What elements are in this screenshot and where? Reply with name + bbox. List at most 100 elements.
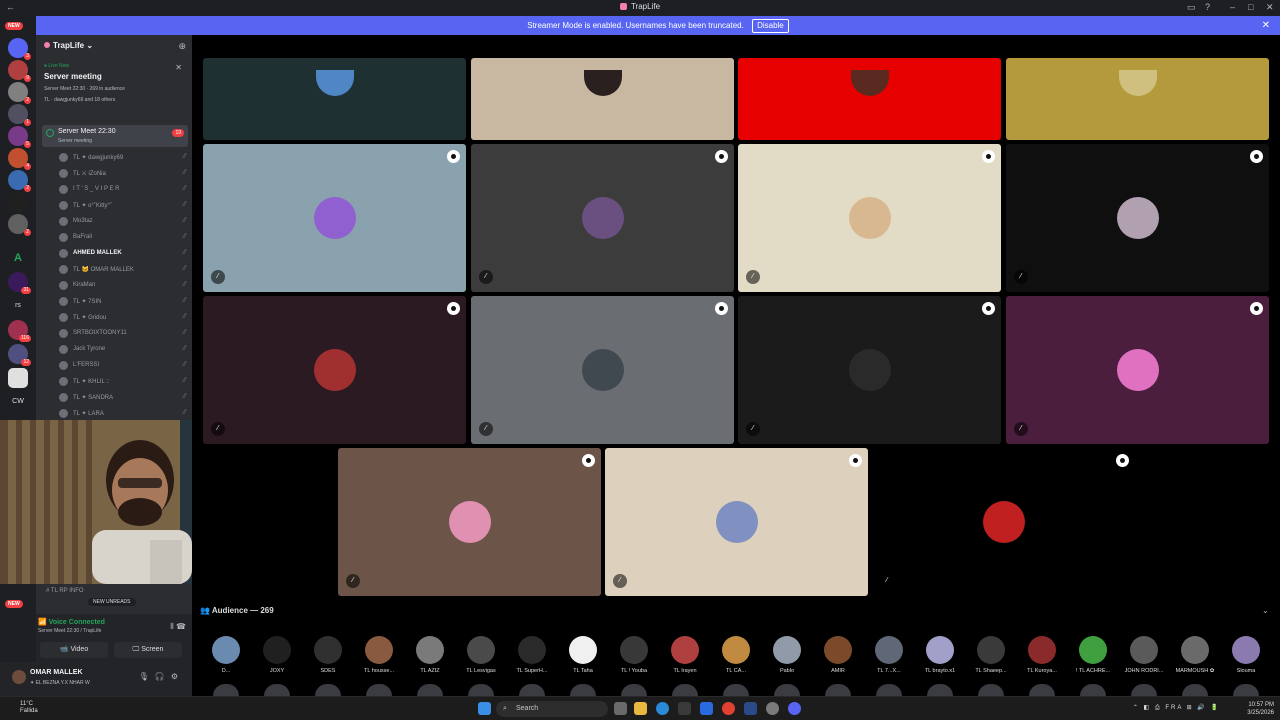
store-icon[interactable]	[678, 702, 691, 715]
audience-member[interactable]: TL Kuroya...	[1019, 636, 1065, 676]
audience-member[interactable]: JOXY	[254, 636, 300, 676]
close-live-card-icon[interactable]: ✕	[175, 63, 182, 72]
audience-member[interactable]: TL Taha	[560, 636, 606, 676]
speaker-tile[interactable]: ⁄	[203, 296, 466, 444]
audience-member[interactable]: Pablo	[764, 636, 810, 676]
speaker-icon[interactable]	[1116, 454, 1129, 467]
audience-member[interactable]: SDES	[305, 636, 351, 676]
server-icon[interactable]: 116	[8, 320, 31, 342]
speaker-tile[interactable]	[471, 58, 734, 140]
speaker-icon[interactable]	[982, 150, 995, 163]
minimize-icon[interactable]: –	[1230, 2, 1235, 12]
speaker-icon[interactable]	[849, 454, 862, 467]
clock[interactable]: 10:57 PM 3/25/2026	[1247, 701, 1274, 717]
audience-member[interactable]: Slouma	[1223, 636, 1269, 676]
user-controls[interactable]: 🎙🎧⚙	[139, 672, 184, 681]
audience-member[interactable]: D...	[203, 636, 249, 676]
voice-member[interactable]: TL ⚔ iZoNia ⁄⁄	[56, 167, 186, 181]
audience-member[interactable]: JOHN RODRI...	[1121, 636, 1167, 676]
maximize-icon[interactable]: □	[1248, 2, 1253, 12]
audience-member[interactable]: TL Shaeep...	[968, 636, 1014, 676]
mail-icon[interactable]	[700, 702, 713, 715]
voice-member[interactable]: SRTBOIXTOONY11 ⁄⁄	[56, 327, 186, 341]
speaker-tile[interactable]: ⁄	[605, 448, 868, 596]
add-member-icon[interactable]: ⊕	[178, 41, 186, 52]
taskbar-search[interactable]: ⌕ Search	[496, 701, 608, 717]
voice-member[interactable]: Mo3taz ⁄⁄	[56, 215, 186, 229]
voice-member[interactable]: Jack Tyrone ⁄⁄	[56, 343, 186, 357]
live-event-card[interactable]: ● Live Now Server meeting Server Meet 22…	[40, 59, 188, 115]
server-icon[interactable]: 4	[8, 148, 31, 170]
server-icon[interactable]: 3	[8, 38, 31, 60]
help-icon[interactable]: ?	[1205, 2, 1210, 12]
speaker-tile[interactable]	[1006, 58, 1269, 140]
audience-member[interactable]: TL AZIZ	[407, 636, 453, 676]
audience-member[interactable]: AMIR	[815, 636, 861, 676]
voice-member[interactable]: TL ✦ LARA ⁄⁄	[56, 407, 186, 421]
voice-member[interactable]: TL ✦ dawgjunky69 ⁄⁄	[56, 151, 186, 165]
speaker-icon[interactable]	[715, 150, 728, 163]
close-banner-icon[interactable]: ✕	[1262, 16, 1270, 35]
video-button[interactable]: 📹 Video	[40, 642, 108, 658]
server-text-icon[interactable]: rs	[8, 296, 28, 316]
close-window-icon[interactable]: ✕	[1266, 2, 1274, 13]
task-view-icon[interactable]	[614, 702, 627, 715]
system-tray[interactable]: ⌃ ◧ ⎙ FRA ⊞ 🔊 🔋	[1133, 704, 1220, 712]
server-text-icon[interactable]: CW	[8, 392, 28, 412]
voice-member[interactable]: L'FERSSI ⁄⁄	[56, 359, 186, 373]
chevron-down-icon[interactable]: ⌄	[1262, 606, 1269, 615]
avatar[interactable]	[12, 670, 26, 684]
back-icon[interactable]: ←	[6, 2, 15, 12]
screen-share-button[interactable]: 🖵 Screen	[114, 642, 182, 658]
server-name-header[interactable]: TrapLife ⌄	[44, 41, 93, 50]
server-icon[interactable]: 5	[8, 126, 31, 148]
speaker-tile[interactable]: ⁄	[1006, 144, 1269, 292]
stage-channel[interactable]: Server Meet 22:30 Server meeting 19	[42, 125, 188, 147]
audience-member[interactable]: TL Irayen	[662, 636, 708, 676]
voice-member[interactable]: TL ✦ 7SIN ⁄⁄	[56, 295, 186, 309]
weather-widget[interactable]: 11°C Fallida	[20, 701, 38, 715]
speaker-icon[interactable]	[715, 302, 728, 315]
server-icon[interactable]: 31	[8, 272, 31, 294]
voice-member[interactable]: AHMED MALLEK ⁄⁄	[56, 247, 186, 261]
server-icon[interactable]: 9	[8, 60, 31, 82]
disable-streamer-mode-button[interactable]: Disable	[752, 19, 789, 33]
audience-member[interactable]: TL brayto.x1	[917, 636, 963, 676]
inbox-icon[interactable]: ▭	[1187, 2, 1196, 13]
speaker-tile[interactable]: ⁄	[203, 144, 466, 292]
server-icon[interactable]: 12	[8, 344, 31, 366]
speaker-icon[interactable]	[1250, 150, 1263, 163]
voice-member[interactable]: BaFrali ⁄⁄	[56, 231, 186, 245]
speaker-icon[interactable]	[982, 302, 995, 315]
voice-member[interactable]: TL ✦ Gridou ⁄⁄	[56, 311, 186, 325]
speaker-icon[interactable]	[447, 150, 460, 163]
speaker-icon[interactable]	[1250, 302, 1263, 315]
voice-member[interactable]: TL ✦ SANDRA ⁄⁄	[56, 391, 186, 405]
speaker-tile[interactable]: ⁄	[471, 144, 734, 292]
discord-icon[interactable]	[788, 702, 801, 715]
speaker-tile[interactable]: ⁄	[338, 448, 601, 596]
voice-member[interactable]: TL ✦ KHLIL :: ⁄⁄	[56, 375, 186, 389]
speaker-icon[interactable]	[582, 454, 595, 467]
edge-icon[interactable]	[656, 702, 669, 715]
start-icon[interactable]	[478, 702, 491, 715]
new-unreads-pill[interactable]: NEW UNREADS	[88, 598, 136, 606]
audience-member[interactable]: TL ! Youba	[611, 636, 657, 676]
voice-member[interactable]: TL 🐱 OMAR MALLEK ⁄⁄	[56, 263, 186, 277]
file-explorer-icon[interactable]	[634, 702, 647, 715]
voice-member[interactable]: I T ' S _ V I P E R ⁄⁄	[56, 183, 186, 197]
speaker-tile[interactable]: ⁄	[738, 296, 1001, 444]
rp-info-channel[interactable]: # TL RP INFO NEW UNREADS	[36, 586, 192, 610]
noise-suppression-icon[interactable]: ⦀ ☎	[170, 622, 186, 632]
speaker-tile[interactable]: ⁄	[1006, 296, 1269, 444]
server-icon[interactable]: 2	[8, 82, 31, 104]
server-text-icon[interactable]: A	[8, 248, 28, 268]
server-icon[interactable]: 2	[8, 170, 31, 192]
audience-header[interactable]: 👥 Audience — 269	[200, 606, 274, 615]
server-icon[interactable]	[8, 368, 28, 388]
voice-member[interactable]: TL ✦ o°˚Kitty°˚ ⁄⁄	[56, 199, 186, 213]
speaker-tile[interactable]: ⁄	[738, 144, 1001, 292]
audience-member[interactable]: TL housse...	[356, 636, 402, 676]
audience-member[interactable]: TL 7...X...	[866, 636, 912, 676]
speaker-tile[interactable]	[738, 58, 1001, 140]
